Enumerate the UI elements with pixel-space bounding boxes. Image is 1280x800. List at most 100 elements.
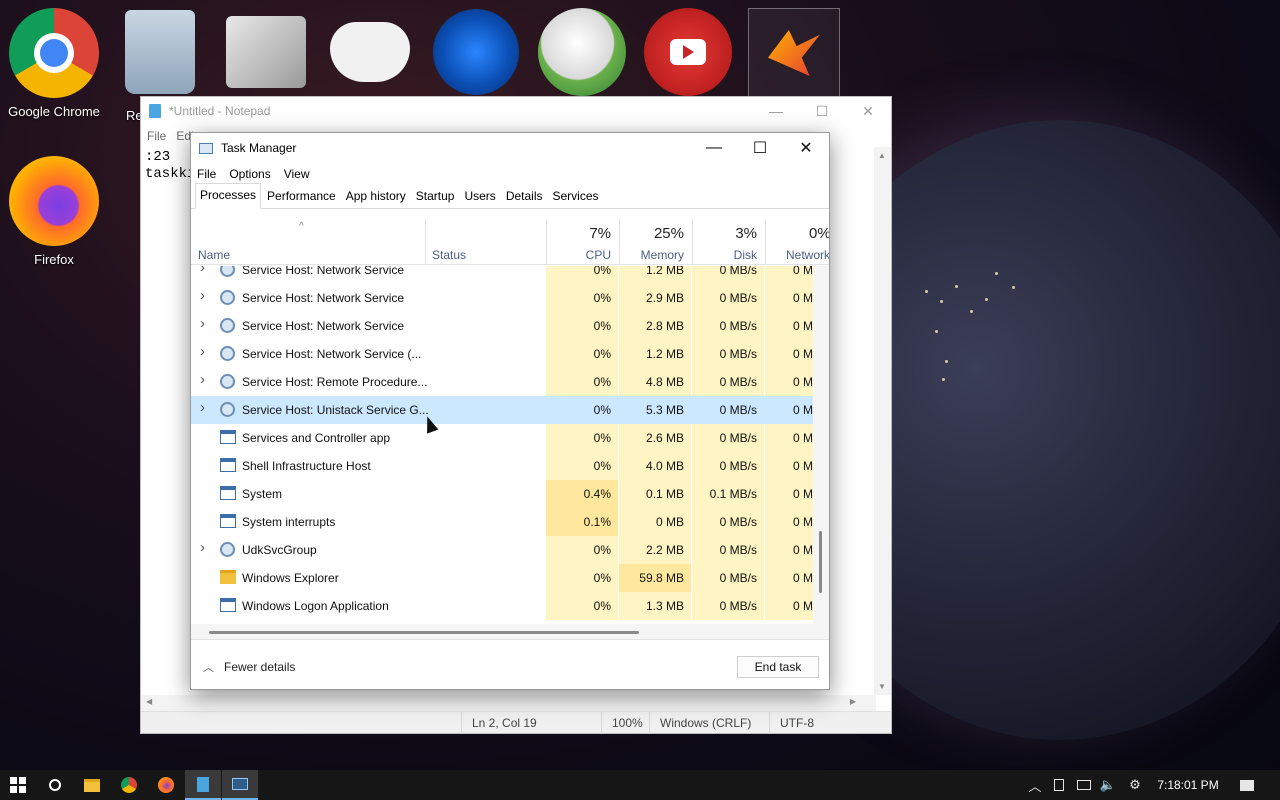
notepad-vertical-scrollbar[interactable]: ▲ ▼ (874, 147, 891, 695)
task-manager-tabs: Processes Performance App history Startu… (191, 183, 829, 209)
tab-services[interactable]: Services (549, 189, 603, 208)
table-row[interactable]: › Service Host: Remote Procedure... 0% 4.8 … (191, 368, 813, 396)
process-table-vertical-scrollbar[interactable] (813, 266, 829, 624)
chevron-right-icon[interactable]: › (200, 539, 205, 556)
fewer-details-label: Fewer details (224, 660, 296, 674)
table-row[interactable]: System interrupts 0.1% 0 MB 0 MB/s 0 M (191, 508, 813, 536)
scroll-down-icon[interactable]: ▼ (878, 682, 886, 691)
process-cpu: 0% (546, 424, 618, 452)
text-line: :23 (145, 149, 171, 165)
column-header-network[interactable]: 0% Network (766, 219, 829, 265)
column-header-disk[interactable]: 3% Disk (693, 219, 765, 265)
menu-file[interactable]: File (147, 129, 166, 143)
table-row[interactable]: › Service Host: Network Service 0% 1.2 MB 0 … (191, 266, 813, 284)
process-network: 0 M (765, 424, 813, 452)
table-row[interactable]: Services and Controller app 0% 2.6 MB 0 MB/… (191, 424, 813, 452)
column-header-cpu[interactable]: 7% CPU (547, 219, 619, 265)
desktop-icon-recycle-bin[interactable] (114, 8, 206, 96)
menu-file[interactable]: File (197, 167, 216, 181)
chevron-right-icon[interactable]: › (200, 371, 205, 388)
process-memory: 0.1 MB (619, 480, 691, 508)
text-line: taskki (145, 166, 196, 182)
chevron-right-icon[interactable]: › (200, 266, 205, 276)
process-network: 0 M (765, 564, 813, 592)
process-table-header: ^ Name Status 7% CPU 25% Memory 3% Disk … (191, 219, 829, 265)
folder-icon (226, 16, 306, 88)
notepad-titlebar[interactable]: *Untitled - Notepad — ☐ ✕ (141, 97, 891, 125)
start-button[interactable] (0, 770, 36, 800)
chevron-right-icon[interactable]: › (200, 315, 205, 332)
process-disk: 0 MB/s (692, 424, 764, 452)
network-icon[interactable] (1074, 770, 1094, 800)
table-row[interactable]: System 0.4% 0.1 MB 0.1 MB/s 0 M (191, 480, 813, 508)
minimize-button[interactable]: — (753, 97, 799, 125)
column-header-memory[interactable]: 25% Memory (620, 219, 692, 265)
minimize-button[interactable]: — (691, 133, 737, 163)
task-manager-menubar: File Options View (191, 163, 829, 185)
desktop-icon-folder[interactable] (220, 8, 312, 96)
notepad-text-area[interactable]: :23 taskki (145, 149, 195, 183)
column-header-status[interactable]: Status (426, 219, 546, 265)
scroll-right-icon[interactable]: ▶ (850, 697, 856, 706)
menu-view[interactable]: View (284, 167, 310, 181)
process-name: Shell Infrastructure Host (242, 459, 371, 473)
close-button[interactable]: ✕ (845, 97, 891, 125)
desktop-icon-xbox-controller[interactable] (324, 8, 416, 96)
maximize-button[interactable]: ☐ (737, 133, 783, 163)
tablet-mode-icon[interactable] (1050, 770, 1068, 800)
taskbar-clock[interactable]: 7:18:01 PM (1150, 770, 1226, 800)
close-button[interactable]: ✕ (783, 133, 829, 163)
notepad-horizontal-scrollbar[interactable]: ◀ ▶ (141, 695, 876, 711)
table-row[interactable]: › Service Host: Network Service 0% 2.8 MB 0 … (191, 312, 813, 340)
table-row[interactable]: › Service Host: Network Service 0% 2.9 MB 0 … (191, 284, 813, 312)
chevron-right-icon[interactable]: › (200, 399, 205, 416)
process-table-horizontal-scrollbar[interactable] (191, 624, 829, 640)
tab-users[interactable]: Users (460, 189, 499, 208)
desktop-icon-power[interactable] (430, 8, 522, 96)
fewer-details-button[interactable]: ︿ Fewer details (203, 659, 295, 675)
desktop-icon-firefox[interactable]: Firefox (2, 156, 106, 267)
chevron-right-icon[interactable]: › (200, 287, 205, 304)
table-row[interactable]: › Service Host: Unistack Service G... 0% 5.… (191, 396, 813, 424)
desktop-icon-xbox[interactable] (536, 8, 628, 96)
process-network: 0 M (765, 592, 813, 620)
scroll-up-icon[interactable]: ▲ (878, 151, 886, 160)
taskbar-file-explorer[interactable] (74, 770, 110, 800)
notification-center-icon[interactable] (1236, 770, 1258, 800)
desktop-icon-youtube[interactable] (642, 8, 734, 96)
search-button[interactable] (37, 770, 73, 800)
column-header-name[interactable]: Name (191, 219, 425, 265)
process-cpu: 0% (546, 564, 618, 592)
application-window-icon (220, 598, 236, 612)
taskbar-notepad[interactable] (185, 770, 221, 800)
taskbar-firefox[interactable] (148, 770, 184, 800)
scrollbar-thumb[interactable] (209, 631, 639, 634)
table-row[interactable]: › UdkSvcGroup 0% 2.2 MB 0 MB/s 0 M (191, 536, 813, 564)
end-task-button[interactable]: End task (737, 656, 819, 678)
scroll-left-icon[interactable]: ◀ (146, 697, 152, 706)
volume-icon[interactable]: 🔈 (1098, 770, 1118, 800)
desktop-icon-phoenix[interactable] (748, 8, 840, 98)
taskbar-task-manager[interactable] (222, 770, 258, 800)
chevron-right-icon[interactable]: › (200, 343, 205, 360)
process-disk: 0 MB/s (692, 266, 764, 284)
show-hidden-icons-button[interactable]: ︿ (1026, 770, 1044, 800)
tab-startup[interactable]: Startup (412, 189, 459, 208)
windows-logo-icon (10, 777, 26, 793)
table-row[interactable]: Shell Infrastructure Host 0% 4.0 MB 0 MB/s 0… (191, 452, 813, 480)
taskbar-chrome[interactable] (111, 770, 147, 800)
process-memory: 2.6 MB (619, 424, 691, 452)
table-row[interactable]: Windows Explorer 0% 59.8 MB 0 MB/s 0 M (191, 564, 813, 592)
tab-processes[interactable]: Processes (195, 183, 262, 209)
scrollbar-thumb[interactable] (819, 531, 822, 593)
settings-gear-icon[interactable]: ⚙ (1124, 770, 1146, 800)
maximize-button[interactable]: ☐ (799, 97, 845, 125)
table-row[interactable]: Windows Logon Application 0% 1.3 MB 0 MB/s 0… (191, 592, 813, 620)
tab-details[interactable]: Details (502, 189, 547, 208)
service-gear-icon (220, 290, 235, 305)
table-row[interactable]: › Service Host: Network Service (... 0% 1.2… (191, 340, 813, 368)
desktop-icon-chrome[interactable]: Google Chrome (2, 8, 106, 119)
menu-options[interactable]: Options (229, 167, 270, 181)
tab-performance[interactable]: Performance (263, 189, 340, 208)
tab-app-history[interactable]: App history (342, 189, 410, 208)
